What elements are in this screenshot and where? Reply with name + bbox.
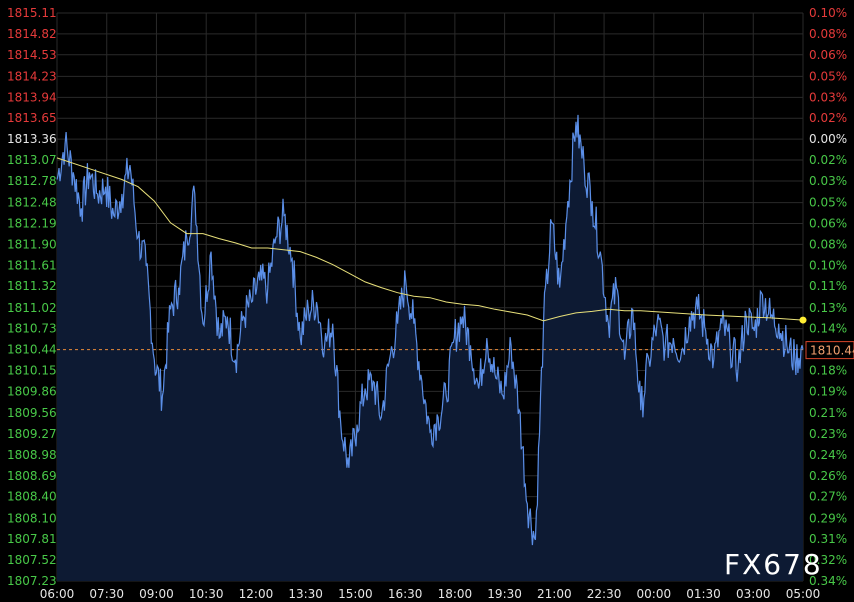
y-tick-label: 1810.73 [7, 322, 57, 336]
y-tick-percent-label: 0.10% [809, 258, 847, 272]
y-tick-percent-label: 0.03% [809, 174, 847, 188]
y-tick-label: 1814.82 [7, 27, 57, 41]
y-tick-percent-label: 0.11% [809, 279, 847, 293]
x-tick-label: 18:00 [438, 587, 473, 601]
y-tick-label: 1811.61 [7, 258, 57, 272]
y-tick-percent-label: 0.23% [809, 427, 847, 441]
y-tick-label: 1814.23 [7, 69, 57, 83]
y-tick-percent-label: 0.19% [809, 384, 847, 398]
x-tick-label: 09:00 [139, 587, 174, 601]
price-area [57, 114, 803, 582]
y-tick-percent-label: 0.18% [809, 364, 847, 378]
x-tick-label: 10:30 [189, 587, 224, 601]
x-tick-label: 15:00 [338, 587, 373, 601]
y-tick-label: 1807.52 [7, 553, 57, 567]
y-tick-label: 1810.15 [7, 364, 57, 378]
y-tick-label: 1811.32 [7, 279, 57, 293]
y-tick-label: 1812.19 [7, 216, 57, 230]
x-tick-label: 22:30 [587, 587, 622, 601]
y-tick-label: 1809.56 [7, 406, 57, 420]
y-tick-label: 1812.48 [7, 196, 57, 210]
y-tick-label: 1811.90 [7, 237, 57, 251]
x-tick-label: 03:00 [736, 587, 771, 601]
y-tick-percent-label: 0.05% [809, 69, 847, 83]
y-tick-percent-label: 0.13% [809, 301, 847, 315]
x-tick-label: 19:30 [487, 587, 522, 601]
x-tick-label: 00:00 [637, 587, 672, 601]
y-tick-label: 1808.40 [7, 490, 57, 504]
y-tick-label: 1809.86 [7, 384, 57, 398]
y-tick-label: 1809.27 [7, 427, 57, 441]
y-tick-label: 1808.98 [7, 448, 57, 462]
x-axis-time-labels: 06:00 07:30 09:00 10:30 12:00 13:30 15:00 16:30… [40, 587, 821, 601]
y-tick-percent-label: 0.24% [809, 448, 847, 462]
moving-average-end-dot [799, 316, 807, 324]
moving-average-line [56, 157, 804, 322]
y-tick-label: 1812.78 [7, 174, 57, 188]
y-tick-label: 1807.23 [7, 574, 57, 588]
x-tick-label: 12:00 [239, 587, 274, 601]
y-tick-percent-label: 0.00% [809, 132, 847, 146]
x-tick-label: 05:00 [786, 587, 821, 601]
y-tick-percent-label: 0.03% [809, 90, 847, 104]
y-tick-label: 1813.65 [7, 111, 57, 125]
y-tick-percent-label: 0.08% [809, 27, 847, 41]
y-tick-percent-label: 0.02% [809, 111, 847, 125]
y-tick-percent-label: 0.02% [809, 153, 847, 167]
fx678-watermark: FX678 [724, 548, 823, 581]
y-tick-percent-label: 0.14% [809, 322, 847, 336]
x-tick-label: 07:30 [89, 587, 124, 601]
y-tick-percent-label: 0.27% [809, 490, 847, 504]
y-tick-label: 1807.81 [7, 532, 57, 546]
y-tick-percent-label: 0.29% [809, 511, 847, 525]
y-tick-percent-label: 0.31% [809, 532, 847, 546]
y-tick-label: 1810.44 [7, 343, 57, 357]
x-tick-label: 01:30 [686, 587, 721, 601]
y-tick-label: 1808.69 [7, 469, 57, 483]
price-chart[interactable]: 1815.11 1814.82 1814.53 1814.23 1813.94 1813.… [0, 0, 854, 602]
x-tick-label: 06:00 [40, 587, 75, 601]
x-tick-label: 13:30 [288, 587, 323, 601]
x-tick-label: 21:00 [537, 587, 572, 601]
y-tick-label: 1813.94 [7, 90, 57, 104]
y-tick-label: 1808.10 [7, 511, 57, 525]
x-tick-label: 16:30 [388, 587, 423, 601]
y-tick-percent-label: 0.10% [809, 6, 847, 20]
y-tick-label: 1814.53 [7, 48, 57, 62]
last-price-tag-label: 1810.44 [810, 344, 854, 358]
y-tick-percent-label: 0.26% [809, 469, 847, 483]
y-tick-percent-label: 0.08% [809, 237, 847, 251]
y-tick-percent-label: 0.21% [809, 406, 847, 420]
y-tick-percent-label: 0.06% [809, 48, 847, 62]
y-tick-label: 1815.11 [7, 6, 57, 20]
y-tick-percent-label: 0.06% [809, 216, 847, 230]
last-price-tag: 1810.44 [805, 341, 854, 360]
y-tick-label: 1811.02 [7, 301, 57, 315]
y-tick-label: 1813.07 [7, 153, 57, 167]
y-axis-percent-labels: 0.10% 0.08% 0.06% 0.05% 0.03% 0.02% 0.00% 0.02%… [809, 6, 847, 588]
y-tick-label: 1813.36 [7, 132, 57, 146]
y-tick-percent-label: 0.05% [809, 196, 847, 210]
y-axis-price-labels: 1815.11 1814.82 1814.53 1814.23 1813.94 1813.… [7, 6, 57, 588]
